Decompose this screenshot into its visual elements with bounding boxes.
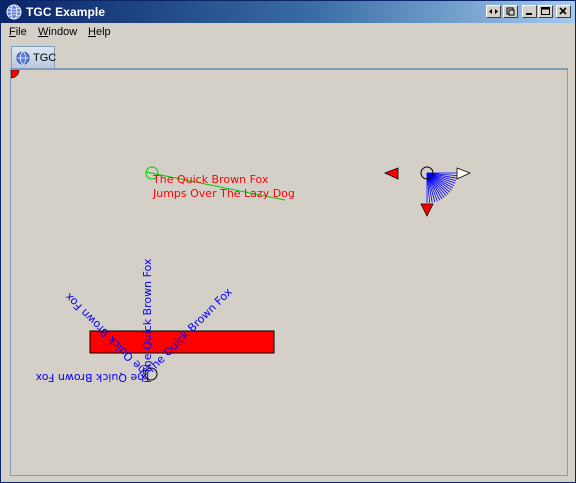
right-triangle-marker	[456, 167, 472, 180]
left-triangle-marker	[383, 167, 399, 180]
minimize-icon	[526, 13, 532, 15]
minimize-button[interactable]	[522, 5, 537, 18]
restore-small-button[interactable]	[503, 5, 518, 18]
down-triangle-marker	[420, 203, 434, 217]
red-text-line-2: Jumps Over The Lazy Dog	[152, 187, 295, 200]
app-window: TGC Example File Window Help TGC The Qui…	[0, 0, 576, 483]
drawing-canvas[interactable]: The Quick Brown Fox Jumps Over The Lazy …	[11, 70, 567, 476]
menu-window[interactable]: Window	[38, 26, 77, 38]
close-icon	[559, 7, 567, 15]
rotated-text-group: The Quick Brown Fox The Quick Brown Fox …	[35, 258, 235, 384]
maximize-button[interactable]	[538, 5, 553, 18]
close-button[interactable]	[556, 5, 571, 18]
canvas-panel[interactable]: The Quick Brown Fox Jumps Over The Lazy …	[10, 68, 568, 476]
title-bar[interactable]: TGC Example	[1, 1, 575, 23]
tab-tgc[interactable]: TGC	[11, 46, 57, 69]
maximize-icon	[541, 7, 550, 15]
pin-button[interactable]	[486, 5, 501, 18]
globe-icon	[16, 51, 30, 65]
tab-label: TGC	[33, 52, 57, 64]
menu-file[interactable]: File	[9, 26, 27, 38]
menu-help[interactable]: Help	[88, 26, 111, 38]
window-title: TGC Example	[26, 5, 106, 19]
globe-icon	[6, 4, 22, 20]
red-text-line-1: The Quick Brown Fox	[152, 173, 269, 186]
corner-marker	[11, 70, 20, 79]
menu-bar: File Window Help	[1, 23, 575, 42]
pin-icon	[489, 9, 498, 14]
tab-strip: TGC	[8, 44, 568, 69]
restore-small-icon	[506, 7, 515, 16]
